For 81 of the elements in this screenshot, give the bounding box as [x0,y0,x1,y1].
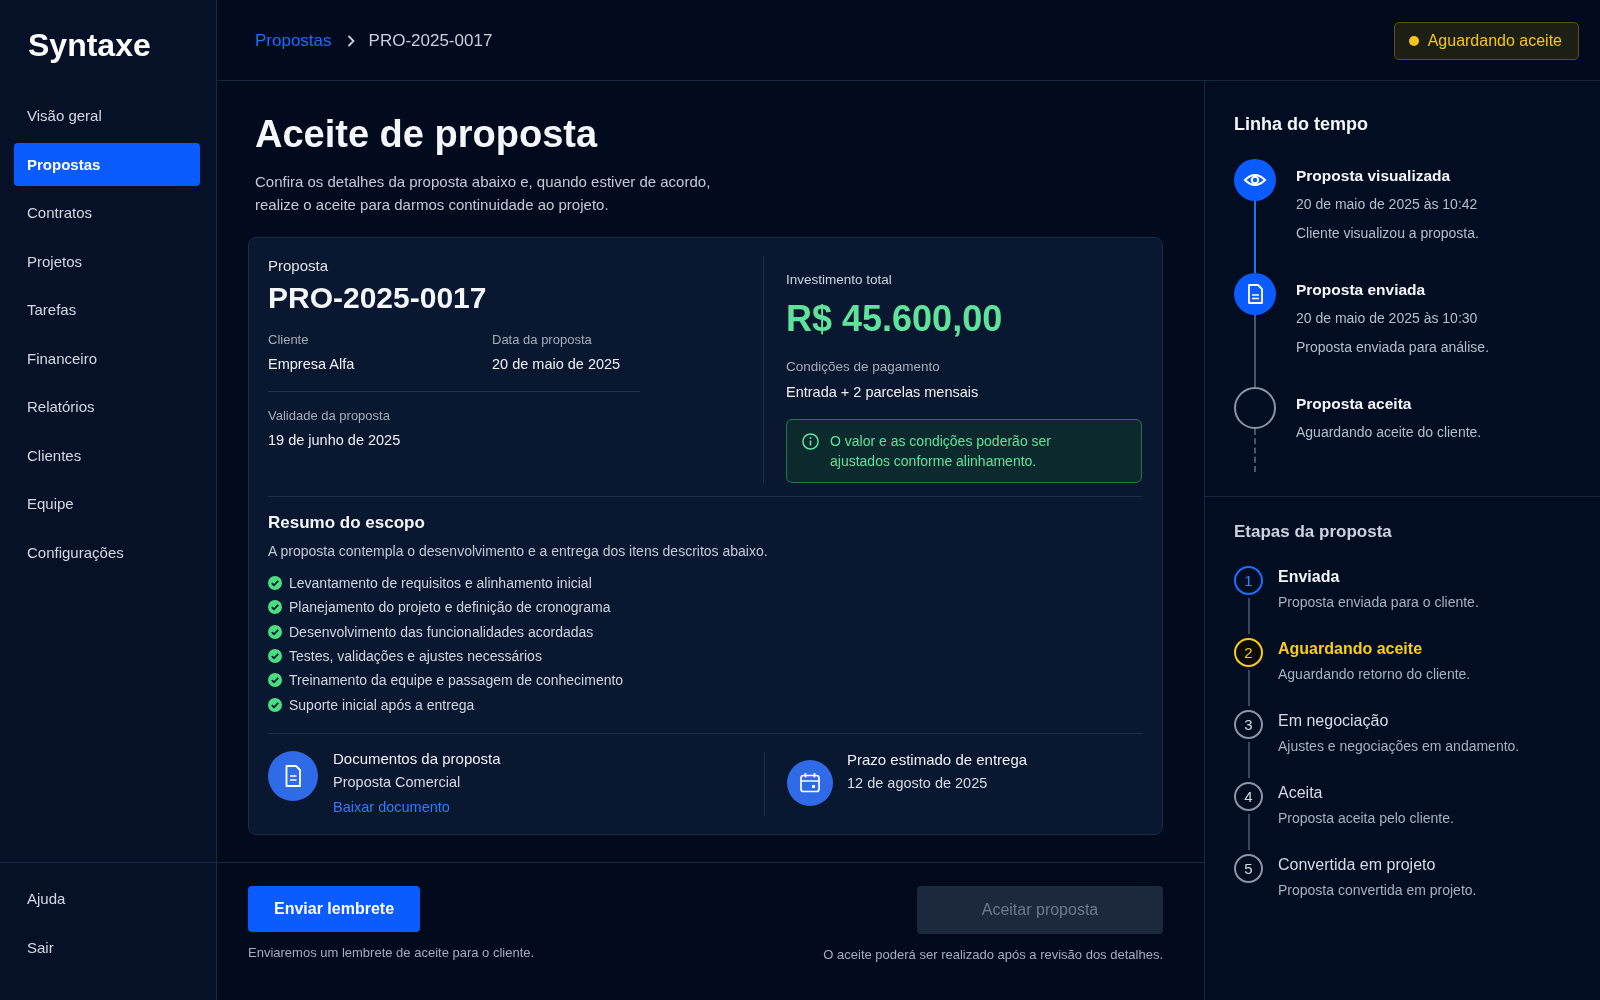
step-title: Aceita [1278,783,1324,803]
scope-description: A proposta contempla o desenvolvimento e a entrega dos itens descritos abaixo. [268,542,769,561]
field-label: Validade da proposta [268,407,391,425]
field-label: Cliente [268,331,310,349]
check-circle-icon [268,600,282,615]
step-number: 5 [1234,854,1263,883]
proposal-label: Proposta [268,256,330,276]
check-circle-icon [268,697,282,712]
field-value: 20 de maio de 2025 [492,355,622,374]
document-icon [268,750,318,801]
scope-item: Suporte inicial após a entrega [289,696,475,713]
step-number: 2 [1234,638,1263,667]
delivery-date: 12 de agosto de 2025 [847,773,989,793]
status-badge-label: Aguardando aceite [1427,32,1562,50]
nav-item[interactable]: Contratos [14,191,200,234]
proposal-number: PRO-2025-0017 [268,280,488,316]
nav-item[interactable]: Financeiro [14,336,200,380]
page-description: Confira os detalhes da proposta abaixo e, quando estiver de acordo, realize o aceite para darmos continuidade ao projeto. [255,172,712,215]
breadcrumb-current: PRO-2025-0017 [368,31,493,51]
nav-item[interactable]: Clientes [14,433,200,477]
step-description: Ajustes e negociações em andamento. [1278,737,1521,756]
calendar-icon [787,759,833,806]
step-description: Proposta convertida em projeto. [1278,881,1478,900]
documents-title: Documentos da proposta [333,748,501,769]
step-number: 3 [1234,710,1263,739]
investment-label: Investimento total [786,271,893,289]
payment-value: Entrada + 2 parcelas mensais [786,383,980,402]
nav-item[interactable]: Propostas [14,142,200,186]
breadcrumb-link[interactable]: Propostas [255,31,332,51]
scope-title: Resumo do escopo [268,512,426,534]
stages-title: Etapas da proposta [1234,521,1393,543]
accept-caption: O aceite poderá ser realizado após a revisão dos detalhes. [823,945,1163,964]
scope-item: Treinamento da equipe e passagem de conhecimento [289,672,624,689]
scope-item: Testes, validações e ajustes necessários [289,648,542,665]
event-time: 20 de maio de 2025 às 10:42 [1296,195,1479,214]
timeline-title: Linha do tempo [1234,113,1369,136]
scope-item: Planejamento do projeto e definição de cronograma [289,599,611,616]
download-link[interactable]: Baixar documento [333,794,450,820]
step-title: Convertida em projeto [1278,855,1437,875]
step-number: 1 [1234,566,1263,595]
field-value: 19 de junho de 2025 [268,431,402,450]
nav-item[interactable]: Equipe [14,482,200,525]
send-reminder-button[interactable]: Enviar lembrete [248,885,421,932]
field-label: Data da proposta [492,331,593,349]
step-title: Enviada [1278,567,1341,587]
scope-item: Levantamento de requisitos e alinhamento inicial [289,575,592,592]
event-description: Cliente visualizou a proposta. [1296,224,1480,243]
check-circle-icon [268,576,282,591]
status-dot-icon [1408,36,1419,46]
nav-item[interactable]: Projetos [14,239,200,283]
event-description: Proposta enviada para análise. [1296,338,1491,357]
notice-text: O valor e as condições poderão ser ajustados conforme alinhamento. [830,432,1052,471]
field-value: Empresa Alfa [268,355,356,374]
event-title: Proposta enviada [1296,280,1427,300]
nav-item[interactable]: Ajuda [14,877,200,920]
app-logo: Syntaxe [27,26,152,65]
scope-item: Desenvolvimento das funcionalidades acordadas [289,623,594,640]
step-title: Em negociação [1278,711,1390,731]
payment-label: Condições de pagamento [786,358,941,376]
step-description: Proposta enviada para o cliente. [1278,593,1480,612]
step-title: Aguardando aceite [1278,639,1424,659]
document-name: Proposta Comercial [333,772,462,792]
chevron-icon [346,35,355,47]
page-title: Aceite de proposta [255,112,599,157]
step-number: 4 [1234,782,1263,811]
delivery-title: Prazo estimado de entrega [847,749,1028,770]
step-description: Proposta aceita pelo cliente. [1278,809,1455,828]
check-circle-icon [268,649,282,664]
nav-item[interactable]: Configurações [14,530,200,574]
check-circle-icon [268,624,282,639]
info-icon [802,433,819,450]
nav-item[interactable]: Sair [14,926,200,969]
investment-amount: R$ 45.600,00 [786,298,1004,340]
event-time: 20 de maio de 2025 às 10:30 [1296,309,1479,328]
step-description: Aguardando retorno do cliente. [1278,665,1472,684]
check-circle-icon [268,673,282,688]
nav-item[interactable]: Visão geral [14,94,200,137]
nav-item[interactable]: Tarefas [14,288,200,331]
event-title: Proposta visualizada [1296,166,1452,186]
reminder-caption: Enviaremos um lembrete de aceite para o cliente. [248,943,535,962]
nav-item[interactable]: Relatórios [14,385,200,428]
